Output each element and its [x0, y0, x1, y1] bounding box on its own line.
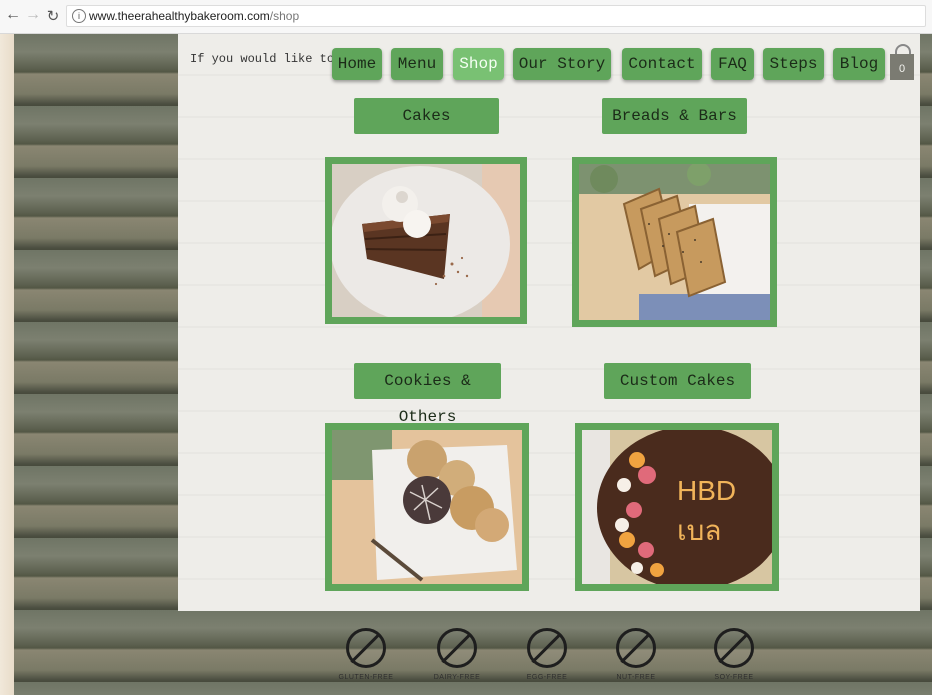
url-path: /shop — [269, 9, 300, 23]
info-icon[interactable]: i — [72, 9, 86, 23]
cart-button[interactable]: 0 — [890, 44, 914, 80]
egg-free-icon: EGG-FREE — [507, 628, 587, 681]
content-panel — [178, 34, 920, 611]
svg-text:HBD: HBD — [677, 475, 736, 506]
forward-arrow-icon[interactable]: → — [24, 6, 42, 24]
reload-icon[interactable]: ↻ — [44, 7, 62, 25]
badge-label: EGG-FREE — [526, 674, 568, 681]
nav-blog[interactable]: Blog — [833, 48, 885, 80]
url-host: www.theerahealthybakeroom.com — [89, 9, 270, 23]
nav-our-story[interactable]: Our Story — [513, 48, 611, 80]
nut-free-icon: NUT-FREE — [596, 628, 676, 681]
nav-contact[interactable]: Contact — [622, 48, 702, 80]
category-button-custom-cakes[interactable]: Custom Cakes — [604, 363, 751, 399]
badge-label: SOY-FREE — [714, 674, 754, 681]
cakes-image[interactable] — [325, 157, 527, 324]
address-bar[interactable]: i www.theerahealthybakeroom.com/shop — [66, 5, 926, 27]
dairy-free-icon: DAIRY-FREE — [417, 628, 497, 681]
badge-label: GLUTEN-FREE — [338, 674, 394, 681]
browser-toolbar: ← → ↻ i www.theerahealthybakeroom.com/sh… — [0, 0, 932, 34]
gluten-free-icon: GLUTEN-FREE — [326, 628, 406, 681]
badge-label: NUT-FREE — [616, 674, 656, 681]
nav-faq[interactable]: FAQ — [711, 48, 754, 80]
main-nav: Home Menu Shop Our Story Contact FAQ Ste… — [0, 48, 932, 82]
custom-cakes-image[interactable]: HBD เบล — [575, 423, 779, 591]
category-button-cakes[interactable]: Cakes — [354, 98, 499, 134]
cookies-others-image[interactable] — [325, 423, 529, 591]
category-button-breads-bars[interactable]: Breads & Bars — [602, 98, 747, 134]
nav-shop[interactable]: Shop — [453, 48, 504, 80]
dietary-badges: GLUTEN-FREE DAIRY-FREE EGG-FREE NUT-FREE… — [0, 628, 932, 695]
badge-label: DAIRY-FREE — [433, 674, 481, 681]
breads-bars-image[interactable] — [572, 157, 777, 327]
svg-text:เบล: เบล — [677, 515, 722, 546]
back-arrow-icon[interactable]: ← — [4, 6, 22, 24]
cart-count: 0 — [890, 54, 914, 80]
nav-menu[interactable]: Menu — [391, 48, 443, 80]
nav-steps[interactable]: Steps — [763, 48, 824, 80]
soy-free-icon: SOY-FREE — [694, 628, 774, 681]
category-button-cookies-others[interactable]: Cookies & Others — [354, 363, 501, 426]
nav-home[interactable]: Home — [332, 48, 382, 80]
page-edge — [0, 34, 14, 695]
